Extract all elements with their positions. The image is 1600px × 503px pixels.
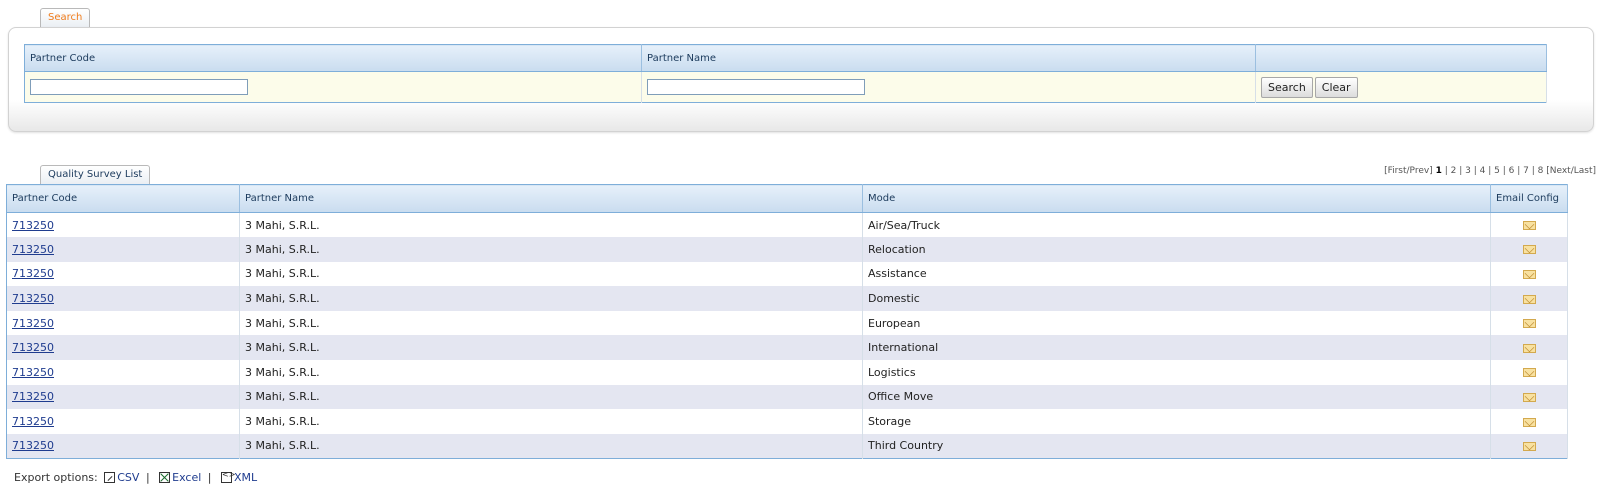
partner-code-link[interactable]: 713250 (12, 341, 54, 354)
partner-name-cell: 3 Mahi, S.R.L. (239, 360, 863, 385)
export-separator: | (207, 471, 212, 484)
mode-cell: Office Move (862, 384, 1491, 410)
table-row: 713250 3 Mahi, S.R.L. International (6, 335, 1568, 361)
envelope-icon[interactable] (1522, 269, 1536, 279)
mode-cell: Air/Sea/Truck (862, 212, 1491, 238)
mode-cell: Assistance (862, 261, 1491, 287)
partner-code-link[interactable]: 713250 (12, 366, 54, 379)
partner-name-input[interactable] (647, 79, 865, 95)
table-row: 713250 3 Mahi, S.R.L. European (6, 310, 1568, 336)
mode-cell: Third Country (862, 433, 1491, 459)
export-separator: | (145, 471, 150, 484)
clear-button[interactable]: Clear (1314, 76, 1358, 98)
pager: [First/Prev] 1 | 2 | 3 | 4 | 5 | 6 | 7 |… (1384, 166, 1596, 176)
export-csv-link[interactable]: CSV (117, 471, 139, 484)
pager-first-prev[interactable]: [First/Prev] (1384, 166, 1433, 176)
mode-cell: International (862, 335, 1491, 361)
tab-quality-survey-list[interactable]: Quality Survey List (40, 165, 151, 185)
envelope-icon[interactable] (1522, 417, 1536, 427)
pager-page-8[interactable]: 8 (1538, 166, 1544, 176)
column-header-mode[interactable]: Mode (862, 184, 1491, 213)
pager-page-1: 1 (1435, 166, 1442, 176)
partner-name-cell: 3 Mahi, S.R.L. (239, 286, 863, 311)
envelope-icon[interactable] (1522, 319, 1536, 329)
column-header-email-config: Email Config (1490, 184, 1568, 213)
pager-page-3[interactable]: 3 (1465, 166, 1471, 176)
actions-cell: Search Clear (1255, 71, 1547, 103)
partner-code-link[interactable]: 713250 (12, 415, 54, 428)
partner-code-cell (24, 71, 642, 103)
export-xml-link[interactable]: XML (234, 471, 257, 484)
envelope-icon[interactable] (1522, 441, 1536, 451)
search-form-table: Partner Code Partner Name Search Clear (24, 44, 1547, 103)
partner-code-link[interactable]: 713250 (12, 267, 54, 280)
pager-page-7[interactable]: 7 (1523, 166, 1529, 176)
search-panel: Partner Code Partner Name Search Clear (8, 27, 1594, 132)
partner-code-input[interactable] (30, 79, 248, 95)
partner-name-cell: 3 Mahi, S.R.L. (239, 433, 863, 459)
export-options: Export options: CSV | Excel | XML (14, 470, 257, 484)
mode-cell: Relocation (862, 237, 1491, 262)
search-button[interactable]: Search (1261, 76, 1313, 98)
quality-survey-table: Partner Code Partner Name Mode Email Con… (6, 184, 1568, 459)
table-row: 713250 3 Mahi, S.R.L. Third Country (6, 433, 1568, 459)
table-row: 713250 3 Mahi, S.R.L. Assistance (6, 261, 1568, 287)
partner-name-cell: 3 Mahi, S.R.L. (239, 237, 863, 262)
excel-icon[interactable] (159, 472, 171, 483)
envelope-icon[interactable] (1522, 343, 1536, 353)
partner-name-cell: 3 Mahi, S.R.L. (239, 212, 863, 238)
mode-cell: Storage (862, 409, 1491, 434)
mode-cell: Logistics (862, 360, 1491, 385)
partner-name-cell: 3 Mahi, S.R.L. (239, 261, 863, 287)
pager-page-6[interactable]: 6 (1509, 166, 1515, 176)
column-header-partner-name[interactable]: Partner Name (239, 184, 863, 213)
mode-cell: European (862, 310, 1491, 336)
partner-code-link[interactable]: 713250 (12, 439, 54, 452)
export-excel-link[interactable]: Excel (172, 471, 201, 484)
envelope-icon[interactable] (1522, 368, 1536, 378)
envelope-icon[interactable] (1522, 392, 1536, 402)
partner-code-link[interactable]: 713250 (12, 292, 54, 305)
table-row: 713250 3 Mahi, S.R.L. Domestic (6, 286, 1568, 311)
partner-code-link[interactable]: 713250 (12, 243, 54, 256)
partner-code-link[interactable]: 713250 (12, 390, 54, 403)
pager-next-last[interactable]: [Next/Last] (1546, 166, 1596, 176)
envelope-icon[interactable] (1522, 245, 1536, 255)
partner-name-cell: 3 Mahi, S.R.L. (239, 409, 863, 434)
export-label: Export options: (14, 471, 98, 484)
partner-name-cell: 3 Mahi, S.R.L. (239, 310, 863, 336)
partner-name-cell: 3 Mahi, S.R.L. (239, 335, 863, 361)
partner-name-cell (641, 71, 1256, 103)
partner-code-header: Partner Code (24, 44, 642, 72)
column-header-partner-code[interactable]: Partner Code (6, 184, 240, 213)
table-row: 713250 3 Mahi, S.R.L. Storage (6, 409, 1568, 434)
csv-icon[interactable] (104, 472, 116, 483)
partner-name-header: Partner Name (641, 44, 1256, 72)
table-row: 713250 3 Mahi, S.R.L. Logistics (6, 360, 1568, 385)
pager-page-2[interactable]: 2 (1451, 166, 1457, 176)
envelope-icon[interactable] (1522, 221, 1536, 231)
pager-page-4[interactable]: 4 (1480, 166, 1486, 176)
mode-cell: Domestic (862, 286, 1491, 311)
table-row: 713250 3 Mahi, S.R.L. Air/Sea/Truck (6, 212, 1568, 238)
actions-header (1255, 44, 1547, 72)
partner-code-link[interactable]: 713250 (12, 219, 54, 232)
envelope-icon[interactable] (1522, 294, 1536, 304)
tab-search[interactable]: Search (40, 8, 91, 28)
pager-page-5[interactable]: 5 (1494, 166, 1500, 176)
table-row: 713250 3 Mahi, S.R.L. Relocation (6, 237, 1568, 262)
xml-icon[interactable] (221, 470, 235, 483)
table-row: 713250 3 Mahi, S.R.L. Office Move (6, 384, 1568, 410)
partner-name-cell: 3 Mahi, S.R.L. (239, 384, 863, 410)
partner-code-link[interactable]: 713250 (12, 317, 54, 330)
